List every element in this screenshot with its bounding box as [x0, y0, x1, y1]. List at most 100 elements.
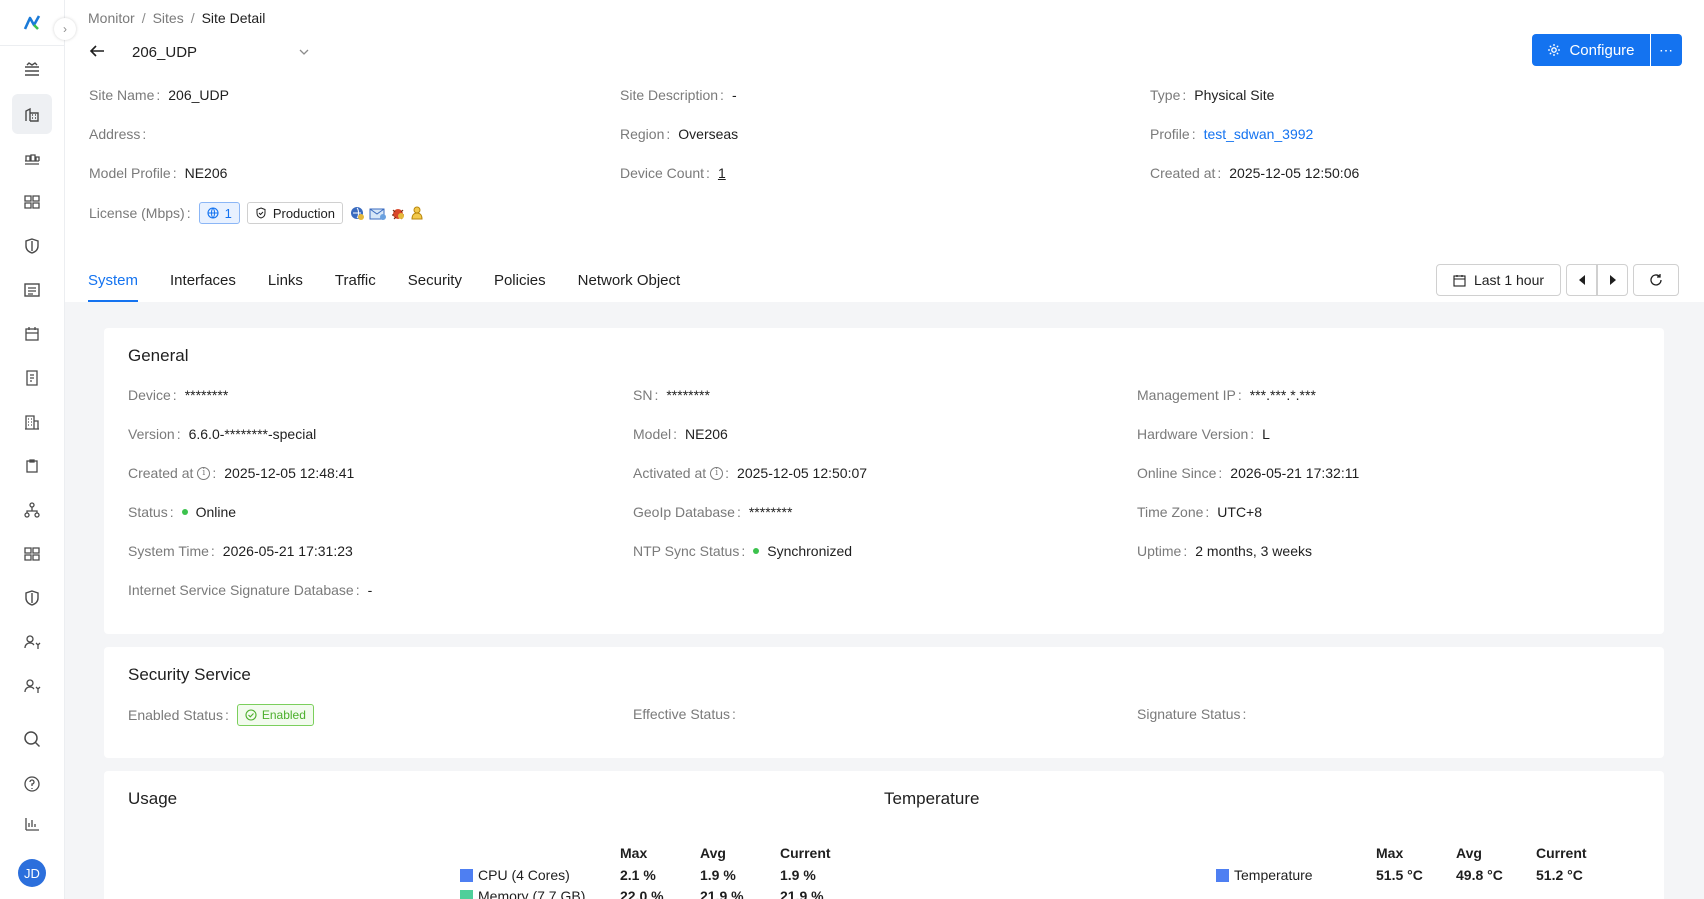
time-zone-field: Time Zone: UTC+8 [1137, 504, 1263, 520]
nav-templates[interactable] [12, 534, 52, 574]
temperature-legend[interactable]: Temperature [1216, 867, 1313, 883]
nav-admins[interactable] [12, 666, 52, 706]
tab-network-object[interactable]: Network Object [578, 262, 681, 302]
bar-chart-icon [25, 818, 39, 831]
signature-status-field: Signature Status: [1137, 706, 1247, 722]
device-created-at-label: Created at [128, 465, 194, 481]
device-created-at-value: 2025-12-05 12:48:41 [224, 465, 355, 481]
temperature-avg-header: Avg [1456, 845, 1482, 861]
status-value: Online [195, 504, 237, 520]
web-filter-icon [350, 206, 364, 220]
nav-policies[interactable] [12, 578, 52, 618]
breadcrumb-current: Site Detail [201, 10, 266, 26]
sidebar: › JD [0, 0, 76, 899]
info-icon[interactable]: i [710, 466, 724, 480]
hardware-version-label: Hardware Version [1137, 426, 1249, 442]
management-ip-label: Management IP [1137, 387, 1236, 403]
usage-legend-cpu[interactable]: CPU (4 Cores) [460, 867, 570, 883]
nav-topology[interactable] [12, 182, 52, 222]
chevron-right-icon: › [63, 22, 67, 36]
breadcrumb-sites[interactable]: Sites [153, 10, 184, 26]
nav-sites[interactable] [12, 94, 52, 134]
model-field: Model: NE206 [633, 426, 728, 442]
sn-label: SN [633, 387, 653, 403]
profile-link[interactable]: test_sdwan_3992 [1204, 126, 1314, 142]
nav-users[interactable] [12, 622, 52, 662]
nav-devices[interactable] [12, 138, 52, 178]
created-at-field: Created at:2025-12-05 12:50:06 [1150, 165, 1360, 181]
configure-button[interactable]: Configure [1532, 34, 1650, 66]
info-icon[interactable]: i [197, 466, 211, 480]
refresh-button[interactable] [1633, 264, 1679, 296]
profile-field: Profile: test_sdwan_3992 [1150, 126, 1314, 142]
temperature-current: 51.2 °C [1536, 867, 1583, 883]
breadcrumb-monitor[interactable]: Monitor [88, 10, 135, 26]
system-time-value: 2026-05-21 17:31:23 [222, 543, 353, 559]
user-avatar[interactable]: JD [18, 859, 46, 887]
tab-security[interactable]: Security [408, 262, 462, 302]
geoip-database-label: GeoIp Database [633, 504, 735, 520]
nav-calendar[interactable] [12, 314, 52, 354]
region-label: Region [620, 126, 665, 142]
tab-policies[interactable]: Policies [494, 262, 546, 302]
online-since-label: Online Since [1137, 465, 1217, 481]
previous-period-button[interactable] [1566, 264, 1597, 296]
profile-label: Profile [1150, 126, 1190, 142]
nav-search[interactable] [12, 719, 52, 759]
management-ip-value: ***.***.*.*** [1249, 387, 1316, 403]
internet-service-db-field: Internet Service Signature Database: - [128, 582, 373, 598]
sidebar-expand-button[interactable]: › [54, 18, 76, 40]
version-label: Version [128, 426, 175, 442]
device-value: ******** [184, 387, 229, 403]
usage-legend-memory[interactable]: Memory (7.7 GB) [460, 888, 585, 899]
region-value: Overseas [678, 126, 739, 142]
device-count-link[interactable]: 1 [718, 165, 726, 181]
site-selector[interactable]: 206_UDP [132, 40, 310, 64]
activated-at-field: Activated at i:2025-12-05 12:50:07 [633, 465, 868, 481]
activated-at-value: 2025-12-05 12:50:07 [737, 465, 868, 481]
geoip-database-field: GeoIp Database: ******** [633, 504, 793, 520]
nav-analytics[interactable] [12, 804, 52, 844]
type-value: Physical Site [1194, 87, 1275, 103]
management-ip-field: Management IP: ***.***.*.*** [1137, 387, 1316, 403]
nav-help[interactable] [12, 764, 52, 804]
cpu-current: 1.9 % [780, 867, 816, 883]
cpu-avg: 1.9 % [700, 867, 736, 883]
refresh-icon [1650, 274, 1662, 286]
nav-network[interactable] [12, 490, 52, 530]
memory-swatch [460, 889, 473, 899]
tab-traffic[interactable]: Traffic [335, 262, 376, 302]
address-field: Address: [89, 126, 147, 142]
tab-links[interactable]: Links [268, 262, 303, 302]
shield-check-icon [25, 590, 39, 606]
internet-service-db-value: - [367, 582, 373, 598]
nav-security[interactable] [12, 226, 52, 266]
geoip-database-value: ******** [748, 504, 793, 520]
enabled-status-field: Enabled Status: Enabled [128, 704, 314, 726]
online-since-field: Online Since:2026-05-21 17:32:11 [1137, 465, 1360, 481]
nav-dashboard[interactable] [12, 50, 52, 90]
tab-system[interactable]: System [88, 262, 139, 302]
more-actions-button[interactable]: ⋯ [1651, 34, 1682, 66]
next-period-button[interactable] [1597, 264, 1628, 296]
license-tier-tag: Production [246, 202, 343, 224]
effective-status-label: Effective Status [633, 706, 731, 722]
time-range-button[interactable]: Last 1 hour [1436, 264, 1561, 296]
building-icon [25, 415, 39, 430]
model-profile-value: NE206 [184, 165, 228, 181]
nav-tasks[interactable] [12, 446, 52, 486]
caret-right-icon [1609, 275, 1616, 285]
signature-status-label: Signature Status [1137, 706, 1241, 722]
email-security-icon [369, 208, 386, 220]
nav-logs[interactable] [12, 270, 52, 310]
site-name-label: Site Name [89, 87, 155, 103]
tab-interfaces[interactable]: Interfaces [170, 262, 236, 302]
usage-title: Usage [128, 789, 178, 808]
nav-reports[interactable] [12, 358, 52, 398]
general-card: General Device: ******** SN: ******** Mana… [104, 328, 1664, 634]
back-arrow-icon[interactable] [88, 42, 106, 60]
enabled-status-label: Enabled Status [128, 707, 223, 723]
clipboard-icon [26, 459, 38, 473]
nav-organization[interactable] [12, 402, 52, 442]
memory-max: 22.0 % [620, 888, 664, 899]
